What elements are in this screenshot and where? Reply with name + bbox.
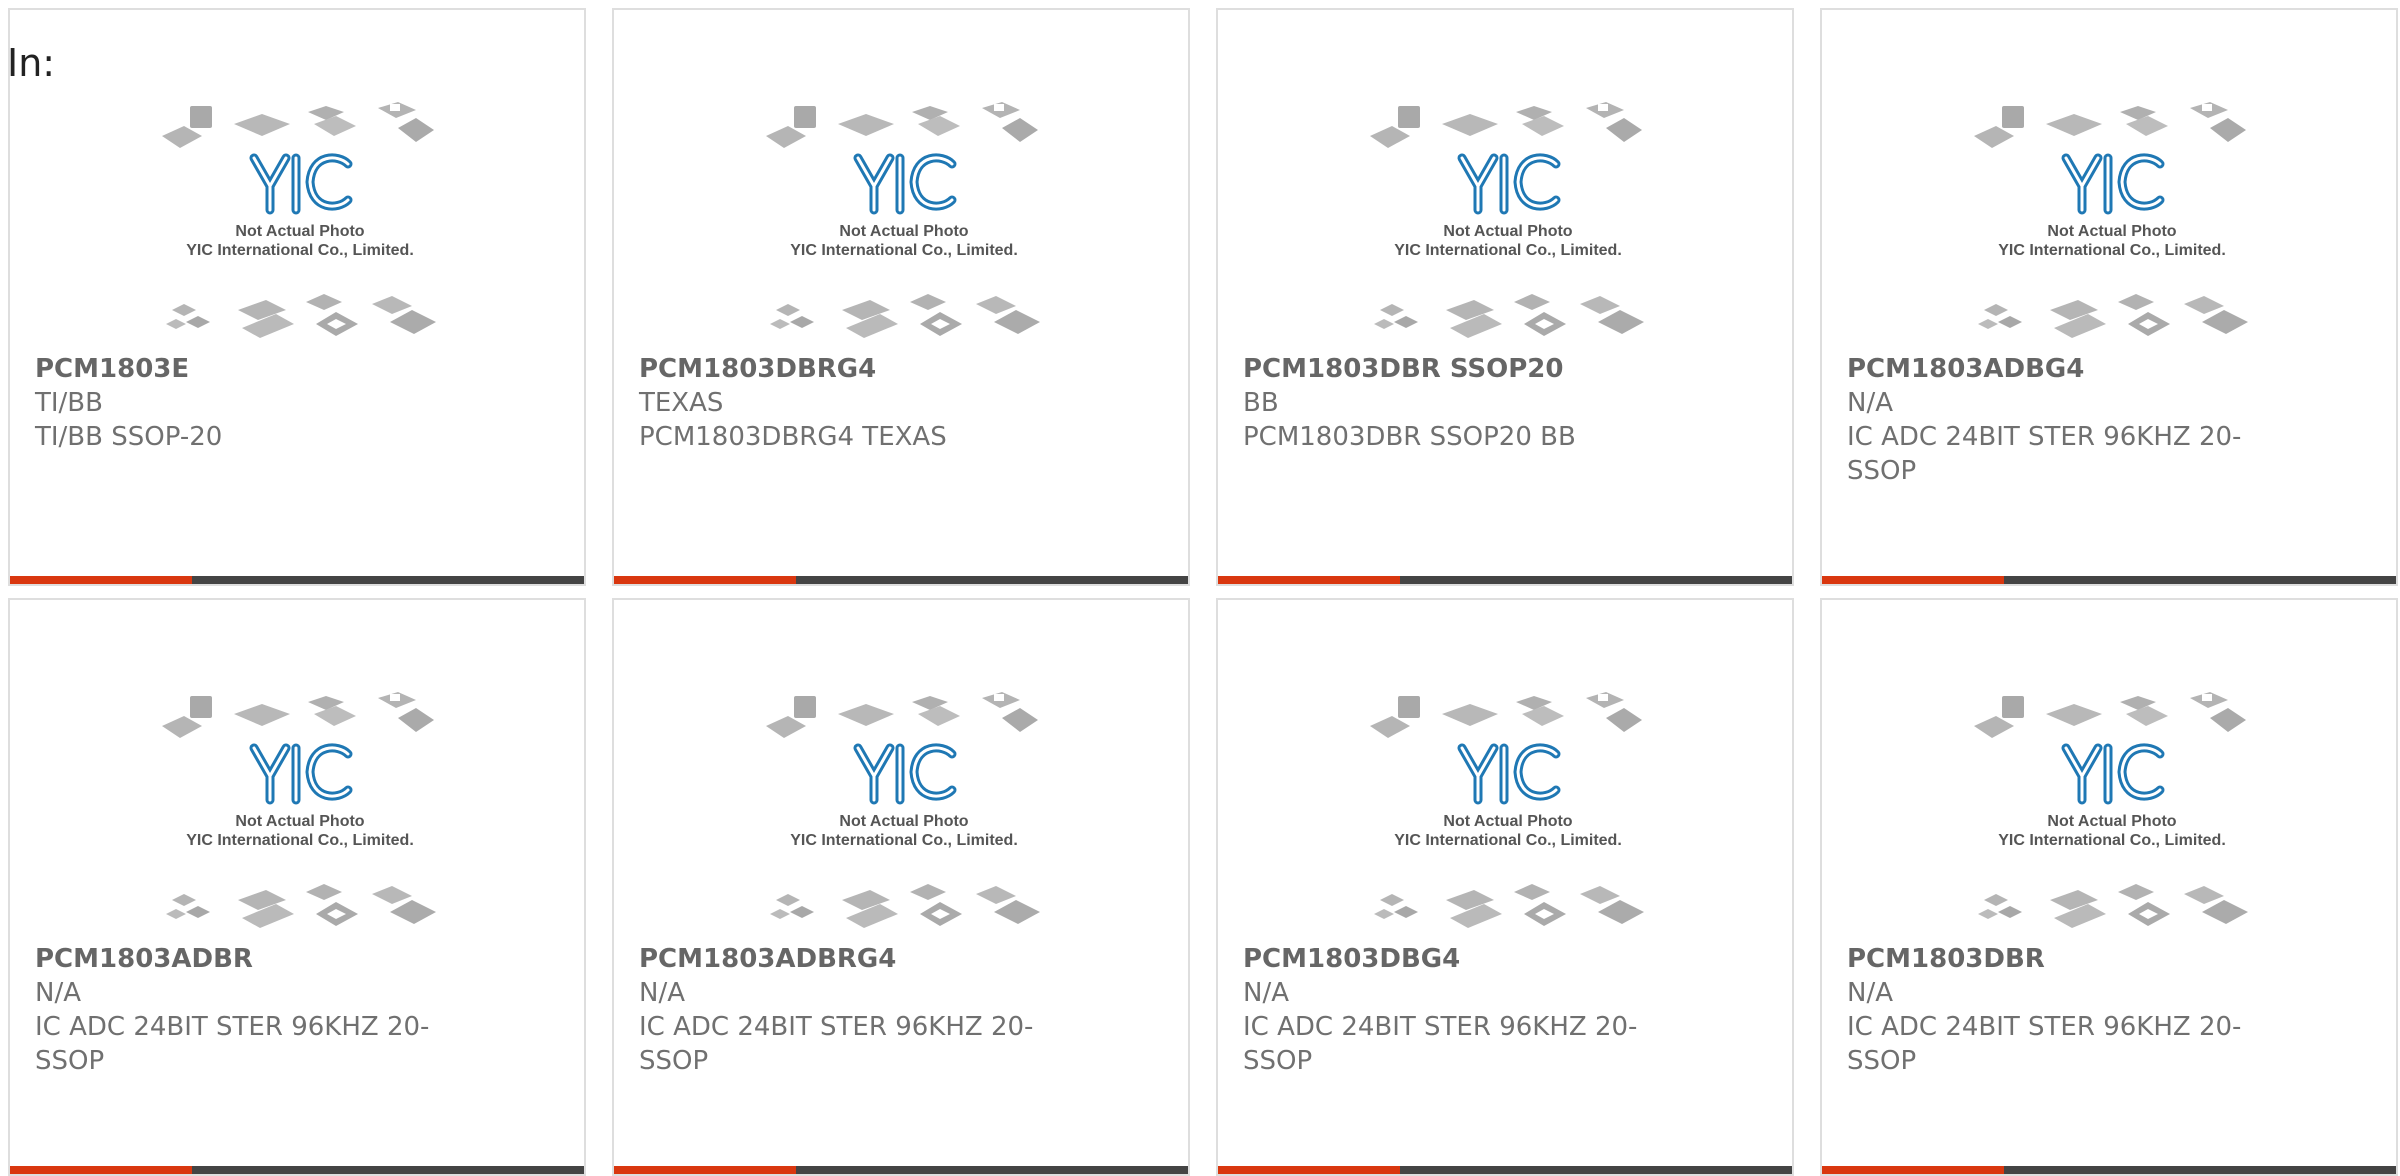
placeholder-caption: Not Actual Photo: [2047, 223, 2176, 240]
manufacturer: N/A: [35, 978, 81, 1008]
accent-bar: [614, 1166, 796, 1174]
product-card[interactable]: Not Actual Photo YIC International Co., L…: [612, 598, 1190, 1176]
product-placeholder-image[interactable]: Not Actual Photo YIC International Co., L…: [162, 688, 438, 938]
product-placeholder-image[interactable]: Not Actual Photo YIC International Co., L…: [162, 98, 438, 348]
placeholder-company: YIC International Co., Limited.: [1998, 832, 2226, 849]
product-card[interactable]: Not Actual Photo YIC International Co., L…: [1216, 8, 1794, 586]
product-info: PCM1803ADBRG4 N/A IC ADC 24BIT STER 96KHZ …: [639, 942, 1059, 1078]
part-description: PCM1803DBRG4 TEXAS: [639, 422, 947, 452]
product-card[interactable]: Not Actual Photo YIC International Co., L…: [8, 8, 586, 586]
placeholder-caption: Not Actual Photo: [235, 223, 364, 240]
card-bottom-bar: [614, 576, 1188, 584]
part-description: IC ADC 24BIT STER 96KHZ 20-SSOP: [639, 1012, 1034, 1076]
manufacturer: TI/BB: [35, 388, 103, 418]
in-label: In:: [7, 41, 56, 85]
part-number[interactable]: PCM1803ADBG4: [1847, 352, 2267, 386]
product-placeholder-image[interactable]: Not Actual Photo YIC International Co., L…: [1370, 98, 1646, 348]
placeholder-company: YIC International Co., Limited.: [186, 832, 414, 849]
product-info: PCM1803E TI/BB TI/BB SSOP-20: [35, 352, 455, 454]
product-placeholder-image[interactable]: Not Actual Photo YIC International Co., L…: [1974, 98, 2250, 348]
part-description: IC ADC 24BIT STER 96KHZ 20-SSOP: [1243, 1012, 1638, 1076]
product-info: PCM1803ADBG4 N/A IC ADC 24BIT STER 96KHZ 2…: [1847, 352, 2267, 488]
placeholder-company: YIC International Co., Limited.: [1394, 832, 1622, 849]
placeholder-caption: Not Actual Photo: [1443, 223, 1572, 240]
part-number[interactable]: PCM1803DBG4: [1243, 942, 1663, 976]
manufacturer: N/A: [1847, 978, 1893, 1008]
product-card[interactable]: Not Actual Photo YIC International Co., L…: [612, 8, 1190, 586]
placeholder-company: YIC International Co., Limited.: [790, 832, 1018, 849]
accent-bar: [1822, 576, 2004, 584]
product-info: PCM1803DBRG4 TEXAS PCM1803DBRG4 TEXAS: [639, 352, 1059, 454]
manufacturer: BB: [1243, 388, 1279, 418]
part-description: IC ADC 24BIT STER 96KHZ 20-SSOP: [1847, 1012, 2242, 1076]
placeholder-caption: Not Actual Photo: [839, 223, 968, 240]
part-number[interactable]: PCM1803ADBR: [35, 942, 455, 976]
card-bottom-bar: [1218, 1166, 1792, 1174]
product-placeholder-image[interactable]: Not Actual Photo YIC International Co., L…: [1370, 688, 1646, 938]
product-placeholder-image[interactable]: Not Actual Photo YIC International Co., L…: [766, 98, 1042, 348]
card-bottom-bar: [614, 1166, 1188, 1174]
part-number[interactable]: PCM1803E: [35, 352, 455, 386]
product-card[interactable]: Not Actual Photo YIC International Co., L…: [1820, 8, 2398, 586]
part-description: PCM1803DBR SSOP20 BB: [1243, 422, 1576, 452]
product-placeholder-image[interactable]: Not Actual Photo YIC International Co., L…: [766, 688, 1042, 938]
part-description: IC ADC 24BIT STER 96KHZ 20-SSOP: [1847, 422, 2242, 486]
placeholder-company: YIC International Co., Limited.: [186, 242, 414, 259]
product-card[interactable]: Not Actual Photo YIC International Co., L…: [1820, 598, 2398, 1176]
placeholder-company: YIC International Co., Limited.: [790, 242, 1018, 259]
product-info: PCM1803DBR SSOP20 BB PCM1803DBR SSOP20 BB: [1243, 352, 1663, 454]
product-placeholder-image[interactable]: Not Actual Photo YIC International Co., L…: [1974, 688, 2250, 938]
product-info: PCM1803DBG4 N/A IC ADC 24BIT STER 96KHZ 20…: [1243, 942, 1663, 1078]
accent-bar: [1822, 1166, 2004, 1174]
placeholder-caption: Not Actual Photo: [1443, 813, 1572, 830]
manufacturer: TEXAS: [639, 388, 724, 418]
accent-bar: [614, 576, 796, 584]
card-bottom-bar: [1822, 1166, 2396, 1174]
part-number[interactable]: PCM1803DBRG4: [639, 352, 1059, 386]
manufacturer: N/A: [639, 978, 685, 1008]
placeholder-company: YIC International Co., Limited.: [1394, 242, 1622, 259]
placeholder-caption: Not Actual Photo: [235, 813, 364, 830]
part-number[interactable]: PCM1803DBR: [1847, 942, 2267, 976]
accent-bar: [1218, 576, 1400, 584]
placeholder-company: YIC International Co., Limited.: [1998, 242, 2226, 259]
part-description: IC ADC 24BIT STER 96KHZ 20-SSOP: [35, 1012, 430, 1076]
product-info: PCM1803DBR N/A IC ADC 24BIT STER 96KHZ 20-…: [1847, 942, 2267, 1078]
accent-bar: [10, 1166, 192, 1174]
accent-bar: [1218, 1166, 1400, 1174]
manufacturer: N/A: [1847, 388, 1893, 418]
product-info: PCM1803ADBR N/A IC ADC 24BIT STER 96KHZ 20…: [35, 942, 455, 1078]
card-bottom-bar: [10, 1166, 584, 1174]
accent-bar: [10, 576, 192, 584]
card-bottom-bar: [1218, 576, 1792, 584]
card-bottom-bar: [10, 576, 584, 584]
manufacturer: N/A: [1243, 978, 1289, 1008]
placeholder-caption: Not Actual Photo: [839, 813, 968, 830]
product-card[interactable]: Not Actual Photo YIC International Co., L…: [1216, 598, 1794, 1176]
part-number[interactable]: PCM1803ADBRG4: [639, 942, 1059, 976]
part-description: TI/BB SSOP-20: [35, 422, 223, 452]
card-bottom-bar: [1822, 576, 2396, 584]
part-number[interactable]: PCM1803DBR SSOP20: [1243, 352, 1663, 386]
placeholder-caption: Not Actual Photo: [2047, 813, 2176, 830]
product-card[interactable]: Not Actual Photo YIC International Co., L…: [8, 598, 586, 1176]
